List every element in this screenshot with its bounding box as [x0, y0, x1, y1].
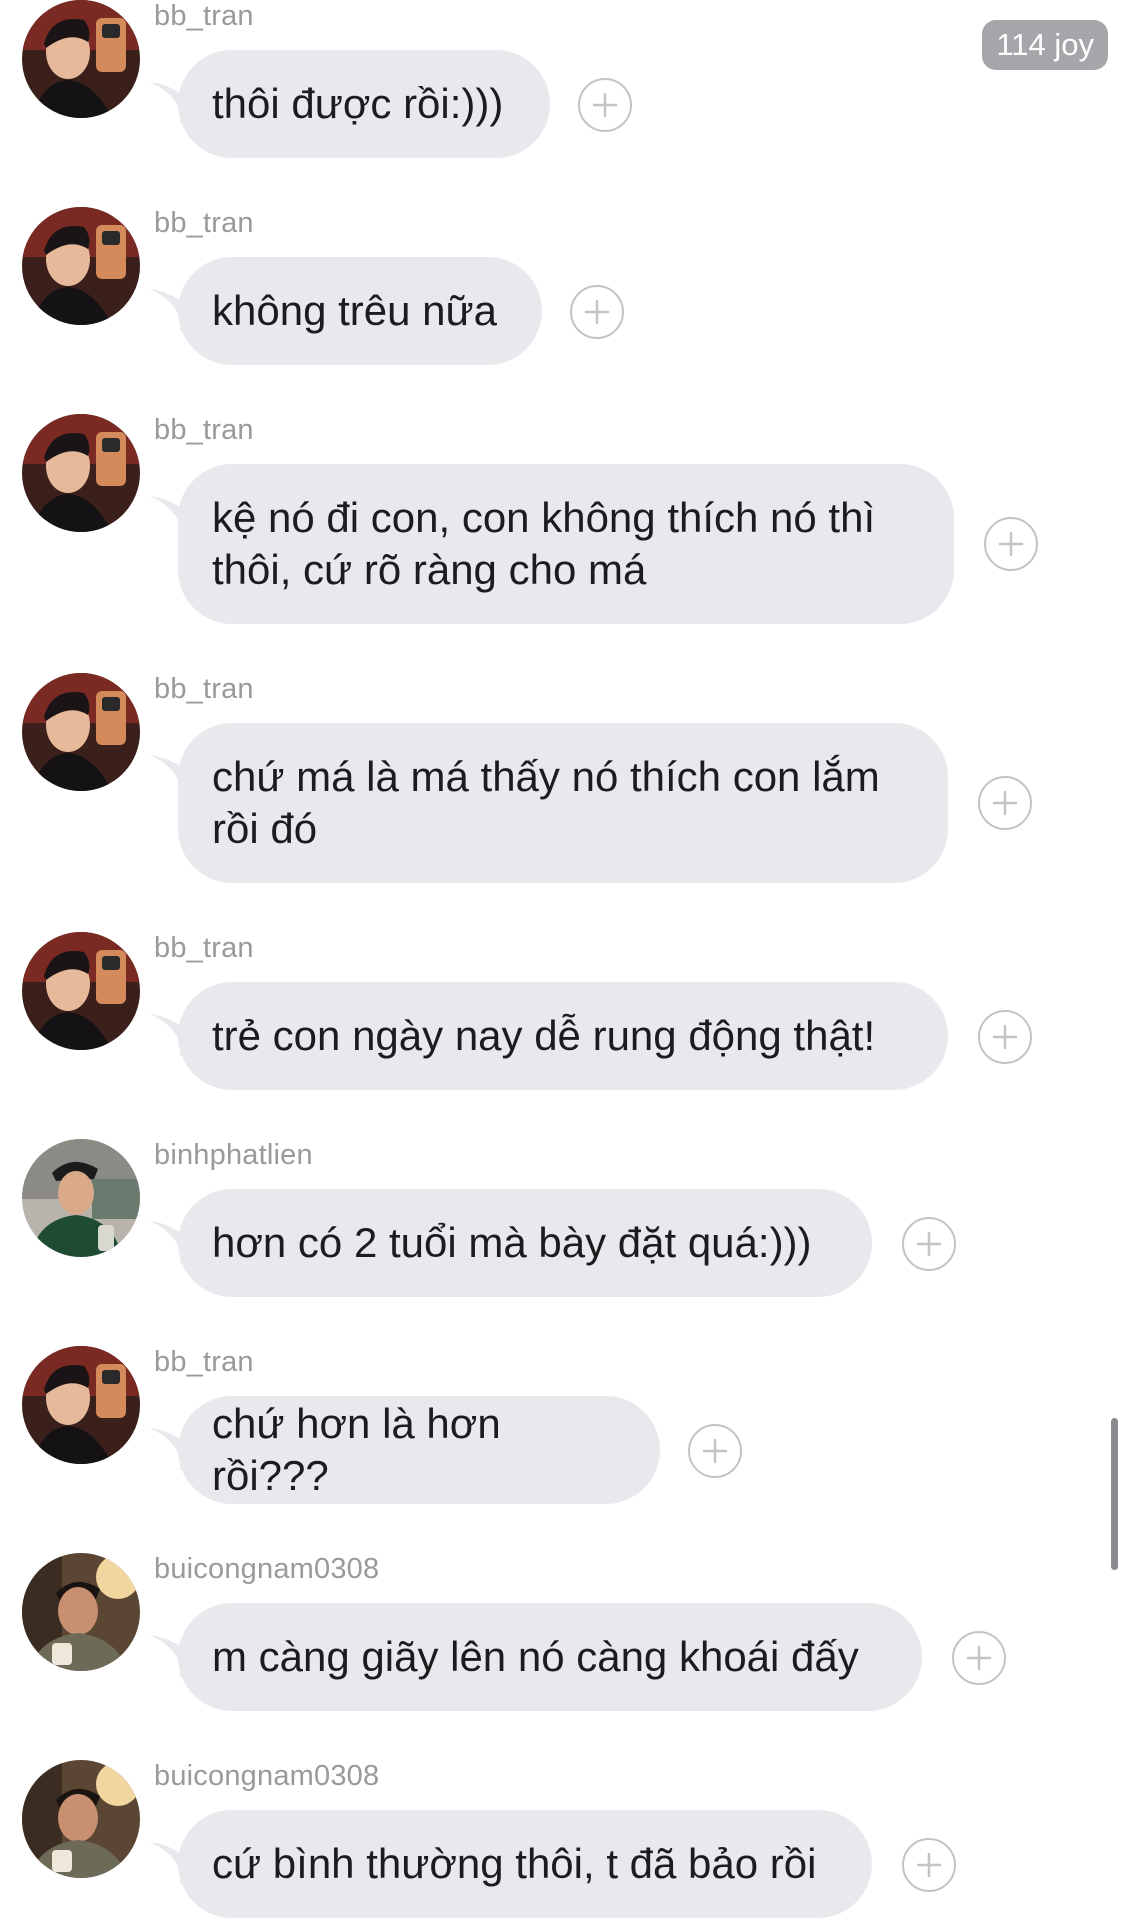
- plus-icon: [584, 299, 610, 325]
- add-reaction-button[interactable]: [984, 517, 1038, 571]
- message-bubble[interactable]: hơn có 2 tuổi mà bày đặt quá:))): [178, 1189, 872, 1297]
- avatar[interactable]: [22, 1139, 140, 1257]
- message-text: cứ bình thường thôi, t đã bảo rồi: [212, 1840, 817, 1887]
- username: bb_tran: [154, 0, 254, 32]
- message-bubble[interactable]: chứ hơn là hơn rồi???: [178, 1396, 660, 1504]
- avatar[interactable]: [22, 1553, 140, 1671]
- message-text-line: chứ má là má thấy nó thích con lắm: [212, 753, 880, 800]
- message-text: kệ nó đi con, con không thích nó thì thô…: [212, 492, 875, 596]
- message-bubble[interactable]: kệ nó đi con, con không thích nó thì thô…: [178, 464, 954, 624]
- username: buicongnam0308: [154, 1760, 380, 1792]
- avatar[interactable]: [22, 207, 140, 325]
- message-bubble[interactable]: thôi được rồi:))): [178, 50, 550, 158]
- add-reaction-button[interactable]: [688, 1424, 742, 1478]
- plus-icon: [992, 790, 1018, 816]
- message-text: chứ má là má thấy nó thích con lắm rồi đ…: [212, 751, 880, 855]
- message-list: bb_tran thôi được rồi:))) bb_tran không …: [0, 0, 1126, 1920]
- add-reaction-button[interactable]: [578, 78, 632, 132]
- reaction-count-badge: 114 joy: [982, 20, 1108, 70]
- message-text-line: kệ nó đi con, con không thích nó thì: [212, 494, 876, 541]
- plus-icon: [998, 531, 1024, 557]
- username: bb_tran: [154, 673, 254, 705]
- add-reaction-button[interactable]: [978, 776, 1032, 830]
- add-reaction-button[interactable]: [902, 1217, 956, 1271]
- plus-icon: [992, 1024, 1018, 1050]
- add-reaction-button[interactable]: [978, 1010, 1032, 1064]
- plus-icon: [702, 1438, 728, 1464]
- message-text: thôi được rồi:))): [212, 80, 504, 127]
- scrollbar[interactable]: [1111, 1418, 1118, 1570]
- username: bb_tran: [154, 1346, 254, 1378]
- message-bubble[interactable]: không trêu nữa: [178, 257, 542, 365]
- message-text-line: thôi, cứ rõ ràng cho má: [212, 546, 647, 593]
- username: bb_tran: [154, 207, 254, 239]
- plus-icon: [592, 92, 618, 118]
- message-bubble[interactable]: cứ bình thường thôi, t đã bảo rồi: [178, 1810, 872, 1918]
- avatar[interactable]: [22, 932, 140, 1050]
- message-text: không trêu nữa: [212, 287, 497, 334]
- message-text: hơn có 2 tuổi mà bày đặt quá:))): [212, 1219, 812, 1266]
- username: bb_tran: [154, 932, 254, 964]
- message-text: m càng giãy lên nó càng khoái đấy: [212, 1633, 859, 1680]
- avatar[interactable]: [22, 0, 140, 118]
- message-bubble[interactable]: m càng giãy lên nó càng khoái đấy: [178, 1603, 922, 1711]
- username: buicongnam0308: [154, 1553, 380, 1585]
- username: binhphatlien: [154, 1139, 313, 1171]
- plus-icon: [966, 1645, 992, 1671]
- avatar[interactable]: [22, 414, 140, 532]
- message-bubble[interactable]: trẻ con ngày nay dễ rung động thật!: [178, 982, 948, 1090]
- avatar[interactable]: [22, 1346, 140, 1464]
- username: bb_tran: [154, 414, 254, 446]
- plus-icon: [916, 1852, 942, 1878]
- message-bubble[interactable]: chứ má là má thấy nó thích con lắm rồi đ…: [178, 723, 948, 883]
- message-text: trẻ con ngày nay dễ rung động thật!: [212, 1012, 876, 1059]
- avatar[interactable]: [22, 1760, 140, 1878]
- add-reaction-button[interactable]: [570, 285, 624, 339]
- message-text-line: rồi đó: [212, 805, 318, 852]
- avatar[interactable]: [22, 673, 140, 791]
- message-text: chứ hơn là hơn rồi???: [212, 1400, 501, 1499]
- add-reaction-button[interactable]: [902, 1838, 956, 1892]
- plus-icon: [916, 1231, 942, 1257]
- add-reaction-button[interactable]: [952, 1631, 1006, 1685]
